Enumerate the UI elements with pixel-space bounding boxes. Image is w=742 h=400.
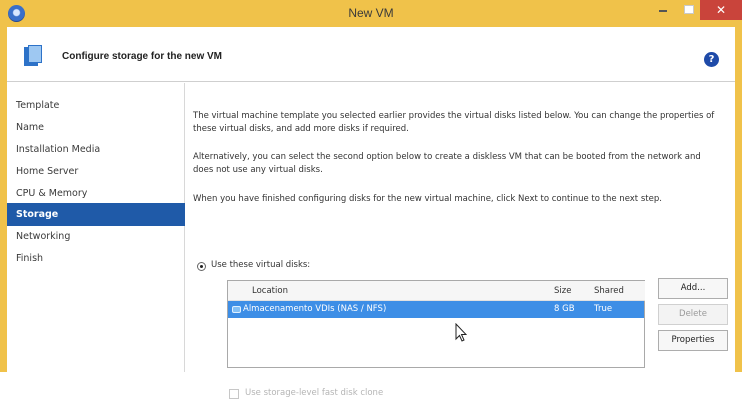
window-title: New VM <box>348 6 394 20</box>
column-header-size[interactable]: Size <box>550 281 590 301</box>
sidebar-item-cpu-memory[interactable]: CPU & Memory <box>7 182 185 205</box>
disk-location-cell: Almacenamento VDIs (NAS / NFS) <box>243 304 387 314</box>
sidebar-item-name[interactable]: Name <box>7 116 185 139</box>
disk-properties-button[interactable]: Properties <box>658 330 728 351</box>
maximize-button[interactable] <box>676 0 700 20</box>
sidebar-item-finish[interactable]: Finish <box>7 247 185 270</box>
page-title: Configure storage for the new VM <box>62 51 223 62</box>
fast-clone-checkbox[interactable] <box>229 389 239 399</box>
use-virtual-disks-label: Use these virtual disks: <box>211 260 311 270</box>
close-button[interactable]: ✕ <box>700 0 742 20</box>
minimize-button[interactable] <box>650 0 676 20</box>
new-vm-window: New VM ✕ Configure storage for the new V… <box>0 0 742 399</box>
column-header-shared[interactable]: Shared <box>590 281 645 301</box>
wizard-content: Configure storage for the new VM ? Templ… <box>7 27 735 399</box>
virtual-disks-table[interactable]: Location Size Shared Almacenamento VDIs … <box>227 280 645 368</box>
next-step-text: When you have finished configuring disks… <box>193 194 662 204</box>
wizard-steps-sidebar: Template Name Installation Media Home Se… <box>7 83 185 372</box>
intro-text: The virtual machine template you selecte… <box>193 111 715 134</box>
add-disk-button[interactable]: Add... <box>658 278 728 299</box>
sidebar-item-storage[interactable]: Storage <box>7 203 185 226</box>
column-header-location[interactable]: Location <box>228 281 550 301</box>
mouse-cursor-icon <box>455 323 467 342</box>
use-virtual-disks-radio[interactable] <box>197 262 206 271</box>
disk-size-cell: 8 GB <box>554 304 575 314</box>
wizard-header: Configure storage for the new VM ? <box>7 27 735 82</box>
diskless-text: Alternatively, you can select the second… <box>193 152 701 175</box>
sidebar-item-networking[interactable]: Networking <box>7 225 185 248</box>
table-row[interactable]: Almacenamento VDIs (NAS / NFS) 8 GB True <box>228 301 644 318</box>
sidebar-item-template[interactable]: Template <box>7 94 185 117</box>
title-bar[interactable]: New VM ✕ <box>0 0 742 27</box>
sidebar-item-home-server[interactable]: Home Server <box>7 160 185 183</box>
storage-page: The virtual machine template you selecte… <box>193 83 735 399</box>
delete-disk-button[interactable]: Delete <box>658 304 728 325</box>
sidebar-item-installation-media[interactable]: Installation Media <box>7 138 185 161</box>
help-icon[interactable]: ? <box>704 52 719 67</box>
disk-icon <box>232 306 241 313</box>
disk-shared-cell: True <box>594 304 613 314</box>
wizard-storage-icon <box>24 45 43 67</box>
fast-clone-label: Use storage-level fast disk clone <box>245 388 384 398</box>
